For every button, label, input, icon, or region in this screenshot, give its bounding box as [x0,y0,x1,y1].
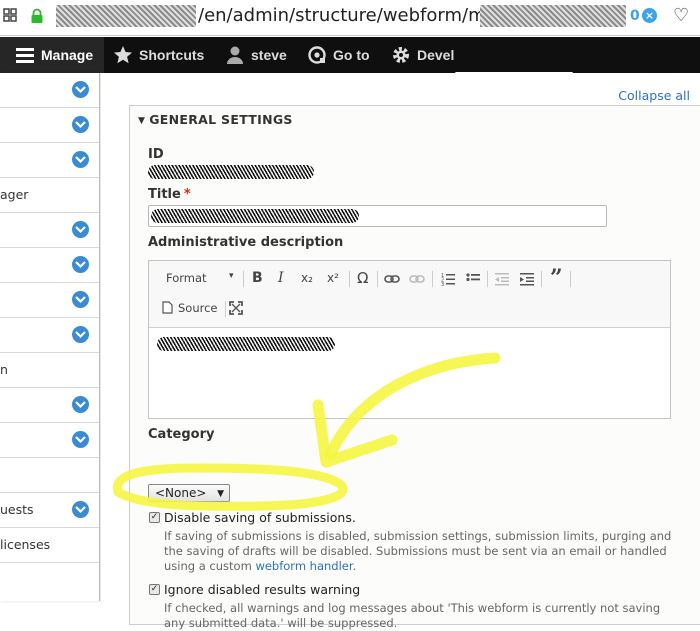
extension-count[interactable]: 0 [630,8,640,24]
sidebar-item[interactable] [0,108,99,143]
sidebar-item[interactable] [0,248,99,283]
svg-text:3: 3 [441,282,444,286]
chevron-down-icon[interactable] [72,221,89,238]
chevron-down-icon[interactable] [72,151,89,168]
webform-handler-link[interactable]: webform handler [255,559,352,573]
redacted-description-text [157,337,335,351]
redacted-domain [56,5,196,27]
ckeditor: Format ▾ B I x₂ x² Ω 1 2 3 ” Source [148,260,671,419]
general-settings-toggle[interactable]: ▼ GENERAL SETTINGS [138,112,293,127]
unlink-icon [409,275,425,283]
id-label: ID [148,147,164,162]
toolbar-devel-label: Devel [417,47,455,63]
disable-saving-description: If saving of submissions is disabled, su… [164,529,672,573]
maximize-icon[interactable] [229,301,243,315]
collapse-all-link[interactable]: Collapse all [618,88,690,103]
superscript-button[interactable]: x² [327,271,339,285]
general-settings-fieldset: ▼ GENERAL SETTINGS ID Title * Administrati… [129,105,700,630]
special-char-button[interactable]: Ω [357,269,368,287]
format-caret-icon: ▾ [229,271,234,281]
chevron-down-icon[interactable] [72,396,89,413]
browser-url-bar[interactable]: /en/admin/structure/webform/manage/ 0 × … [0,0,700,36]
admin-description-label: Administrative description [148,235,344,250]
sidebar-item[interactable]: licenses [0,528,99,563]
italic-button[interactable]: I [278,270,284,286]
title-label: Title * [148,187,191,202]
chevron-down-icon[interactable] [72,256,89,273]
heart-icon[interactable]: ♡ [673,5,689,26]
redacted-url-suffix [480,5,626,27]
indent-icon[interactable] [520,272,534,286]
bullet-list-icon[interactable] [466,272,480,286]
gear-icon [393,47,409,63]
disable-saving-checkbox[interactable]: ✓ [149,512,160,523]
redacted-id [148,165,314,179]
extension-x-icon[interactable]: × [642,8,657,23]
redacted-title [151,209,359,223]
sidebar-item[interactable]: uests [0,493,99,528]
admin-sidebar: ager n uests licenses [0,73,100,601]
section-title: GENERAL SETTINGS [149,112,293,127]
toolbar-manage[interactable]: Manage [0,37,104,73]
chevron-down-icon[interactable] [72,291,89,308]
sidebar-item[interactable] [0,318,99,353]
ignore-warning-description: If checked, all warnings and log message… [164,601,661,630]
subscript-button[interactable]: x₂ [301,271,313,285]
sidebar-item[interactable] [0,213,99,248]
required-marker: * [183,187,191,202]
ignore-warning-label[interactable]: Ignore disabled results warning [164,582,360,597]
category-label: Category [148,427,215,442]
outdent-icon [495,273,509,286]
goto-icon [308,46,326,64]
source-doc-icon [162,301,173,314]
toolbar-goto-label: Go to [333,47,370,63]
toolbar-user-label: steve [251,47,287,63]
title-input[interactable] [148,205,607,227]
admin-toolbar: Manage Shortcuts steve Go to Devel [0,37,700,73]
sidebar-item[interactable] [0,458,99,493]
main-content: Collapse all ▼ GENERAL SETTINGS ID Title *… [101,73,700,630]
sidebar-item[interactable] [0,283,99,318]
chevron-down-icon[interactable] [72,326,89,343]
source-button[interactable]: Source [178,301,218,315]
link-icon[interactable] [384,273,400,285]
sidebar-item[interactable] [0,143,99,178]
chevron-down-icon[interactable] [72,501,89,518]
bold-button[interactable]: B [252,270,263,286]
blockquote-icon[interactable]: ” [550,265,563,291]
chevron-down-icon[interactable] [72,81,89,98]
numbered-list-icon[interactable]: 1 2 3 [441,272,455,286]
select-caret-icon: ▼ [217,489,224,499]
editor-toolbar: Format ▾ B I x₂ x² Ω 1 2 3 ” Source [149,261,670,328]
toolbar-user[interactable]: steve [225,37,287,73]
collapse-triangle-icon: ▼ [138,116,146,126]
disable-saving-label[interactable]: Disable saving of submissions. [164,510,356,525]
grid-icon[interactable] [3,8,17,22]
toolbar-manage-label: Manage [41,47,94,63]
toolbar-shortcuts-label: Shortcuts [139,47,205,63]
chevron-down-icon[interactable] [72,116,89,133]
toolbar-shortcuts[interactable]: Shortcuts [113,37,204,73]
sidebar-item[interactable] [0,423,99,458]
sidebar-item[interactable]: ager [0,178,99,213]
toolbar-goto[interactable]: Go to [307,37,370,73]
sidebar-item[interactable]: n [0,353,99,388]
user-icon [227,46,243,64]
chevron-down-icon[interactable] [72,431,89,448]
ignore-warning-checkbox[interactable]: ✓ [149,584,160,595]
hamburger-icon [16,48,34,63]
toolbar-devel[interactable]: Devel [391,37,454,73]
sidebar-item[interactable] [0,73,99,108]
star-icon [114,46,132,64]
category-select[interactable]: <None> ▼ [148,484,230,502]
format-dropdown[interactable]: Format [166,271,207,285]
lock-icon [31,8,43,23]
sidebar-item[interactable] [0,388,99,423]
